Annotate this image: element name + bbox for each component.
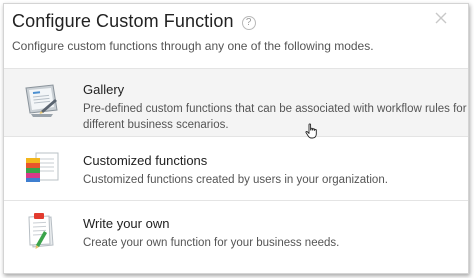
title-row: Configure Custom Function ? xyxy=(12,11,256,32)
mode-options-list: Gallery Pre-defined custom functions tha… xyxy=(4,68,468,264)
option-customized-functions[interactable]: Customized functions Customized function… xyxy=(4,136,468,200)
gallery-icon xyxy=(22,81,62,121)
dialog-subtitle: Configure custom functions through any o… xyxy=(12,39,374,53)
customized-functions-icon xyxy=(22,148,62,188)
option-customized-functions-title: Customized functions xyxy=(83,153,208,168)
option-gallery-description: Pre-defined custom functions that can be… xyxy=(83,103,467,131)
option-write-your-own-title: Write your own xyxy=(83,216,170,231)
close-icon[interactable] xyxy=(433,10,449,26)
option-gallery-title: Gallery xyxy=(83,82,125,97)
option-gallery[interactable]: Gallery Pre-defined custom functions tha… xyxy=(4,68,468,136)
help-icon[interactable]: ? xyxy=(241,15,256,30)
option-customized-functions-description: Customized functions created by users in… xyxy=(83,174,388,186)
option-write-your-own[interactable]: Write your own Create your own function … xyxy=(4,200,468,264)
hand-pointer-icon xyxy=(305,123,319,139)
option-write-your-own-description: Create your own function for your busine… xyxy=(83,237,340,249)
dialog-header: Configure Custom Function ? Configure cu… xyxy=(4,4,468,68)
write-your-own-icon xyxy=(22,211,62,251)
configure-custom-function-dialog: Configure Custom Function ? Configure cu… xyxy=(3,3,469,274)
dialog-title: Configure Custom Function xyxy=(12,11,234,31)
